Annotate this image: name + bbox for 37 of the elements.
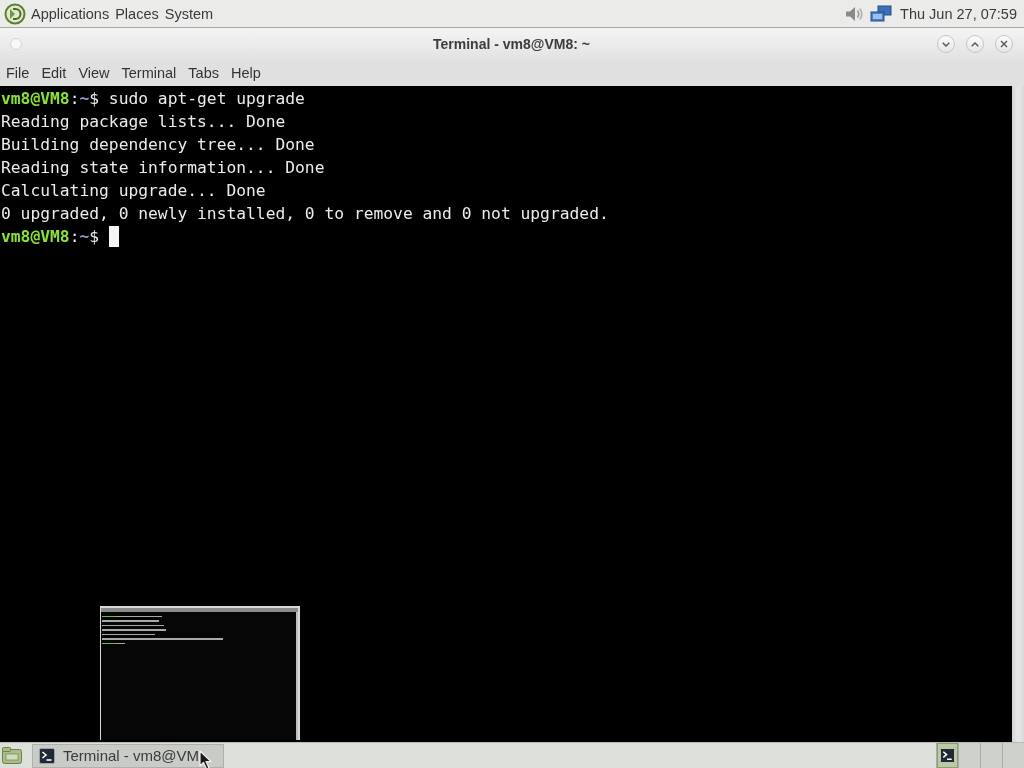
terminal-icon <box>39 747 55 764</box>
output-line: Reading state information... Done <box>1 157 325 179</box>
shell-prompt: vm8@VM8:~$ <box>1 226 100 248</box>
shell-prompt: vm8@VM8:~$ <box>1 88 100 110</box>
terminal-icon <box>940 748 955 763</box>
minimize-button[interactable] <box>937 35 955 53</box>
taskbar-window-button[interactable]: Terminal - vm8@VM <box>32 743 224 768</box>
output-line: Calculating upgrade... Done <box>1 180 266 202</box>
output-line: Reading package lists... Done <box>1 111 286 133</box>
maximize-button[interactable] <box>966 35 984 53</box>
window-preview-drawing[interactable] <box>100 606 300 740</box>
menu-item[interactable]: Help <box>225 61 267 85</box>
window-title: Terminal - vm8@VM8: ~ <box>433 36 590 52</box>
output-line: Building dependency tree... Done <box>1 134 315 156</box>
menu-item[interactable]: Tabs <box>182 61 225 85</box>
output-line: 0 upgraded, 0 newly installed, 0 to remove and 0 not upgraded. <box>1 203 609 225</box>
command-text: sudo apt-get upgrade <box>108 88 305 110</box>
clock[interactable]: Thu Jun 27, 07:59 <box>900 5 1017 22</box>
window-menu-icon[interactable] <box>10 38 22 50</box>
close-icon <box>1000 40 1008 48</box>
folder-icon <box>2 747 22 764</box>
menu-item[interactable]: Terminal <box>115 61 183 85</box>
chevron-down-icon <box>942 41 950 47</box>
panel-menu[interactable]: Places <box>112 2 162 25</box>
chevron-up-icon <box>971 41 979 47</box>
speaker-icon[interactable] <box>845 4 864 23</box>
menu-item[interactable]: View <box>72 61 116 85</box>
panel-menu[interactable]: Applications <box>28 2 113 25</box>
scrollbar[interactable] <box>1012 86 1024 742</box>
workspace-button[interactable] <box>936 743 958 768</box>
panel-menu[interactable]: System <box>161 2 217 25</box>
logo-icon[interactable] <box>4 2 26 25</box>
menu-item[interactable]: Edit <box>35 61 73 85</box>
close-button[interactable] <box>995 35 1013 53</box>
network-icon[interactable] <box>870 4 893 23</box>
menu-item[interactable]: File <box>0 61 36 85</box>
pointer-icon <box>199 750 212 768</box>
